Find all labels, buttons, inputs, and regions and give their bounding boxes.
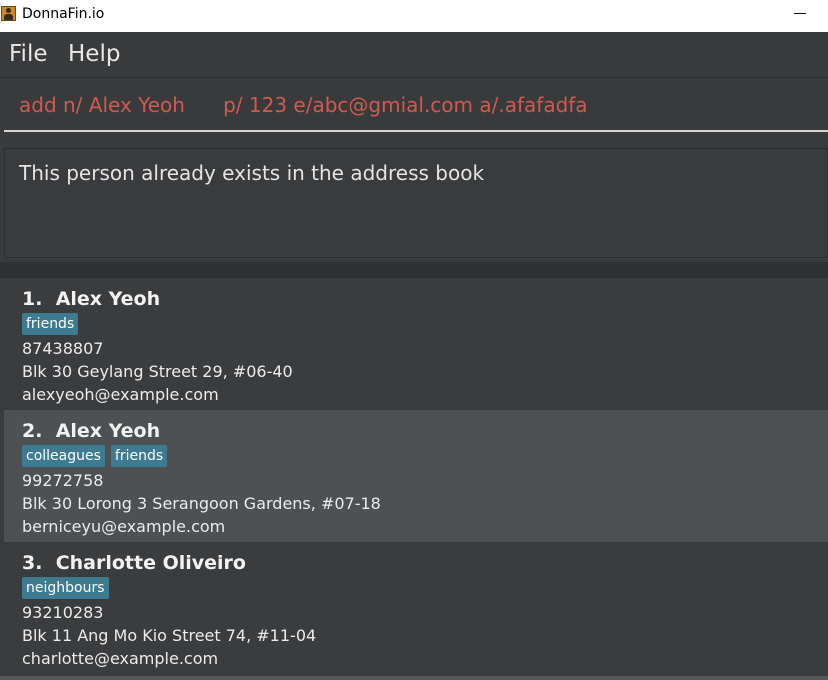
next-card-edge xyxy=(0,676,828,680)
person-name: 2. Alex Yeoh xyxy=(22,420,161,442)
tag: friends xyxy=(22,313,79,335)
menu-file[interactable]: File xyxy=(9,41,48,67)
window-title: DonnaFin.io xyxy=(22,6,105,22)
app-icon xyxy=(1,6,16,21)
tag: friends xyxy=(110,445,168,467)
title-bar: DonnaFin.io xyxy=(0,0,828,32)
result-display: This person already exists in the addres… xyxy=(4,148,828,258)
command-box xyxy=(0,77,828,138)
person-email: berniceyu@example.com xyxy=(22,517,226,536)
person-card-selected[interactable]: 2. Alex Yeoh colleagues friends 99272758… xyxy=(4,410,828,542)
person-email: charlotte@example.com xyxy=(22,649,219,668)
person-email: alexyeoh@example.com xyxy=(22,385,219,404)
person-card[interactable]: 1. Alex Yeoh friends 87438807 Blk 30 Gey… xyxy=(4,278,828,410)
person-phone: 87438807 xyxy=(22,339,104,358)
person-address: Blk 30 Lorong 3 Serangoon Gardens, #07-1… xyxy=(22,494,381,513)
menu-bar: File Help xyxy=(0,32,828,77)
person-phone: 99272758 xyxy=(22,471,104,490)
command-input[interactable] xyxy=(4,80,828,132)
person-name: 3. Charlotte Oliveiro xyxy=(22,552,246,574)
person-card[interactable]: 3. Charlotte Oliveiro neighbours 9321028… xyxy=(4,542,828,674)
person-address: Blk 30 Geylang Street 29, #06-40 xyxy=(22,362,293,381)
result-message: This person already exists in the addres… xyxy=(19,161,485,185)
tag-list: friends xyxy=(22,313,79,335)
person-list[interactable]: 1. Alex Yeoh friends 87438807 Blk 30 Gey… xyxy=(4,278,828,680)
menu-help[interactable]: Help xyxy=(68,41,120,67)
person-name: 1. Alex Yeoh xyxy=(22,288,161,310)
tag-list: colleagues friends xyxy=(22,445,168,467)
minimize-icon[interactable] xyxy=(780,0,820,30)
tag: colleagues xyxy=(22,445,105,467)
tag-list: neighbours xyxy=(22,577,109,599)
list-divider xyxy=(0,262,828,278)
tag: neighbours xyxy=(22,577,109,599)
person-address: Blk 11 Ang Mo Kio Street 74, #11-04 xyxy=(22,626,317,645)
person-phone: 93210283 xyxy=(22,603,104,622)
